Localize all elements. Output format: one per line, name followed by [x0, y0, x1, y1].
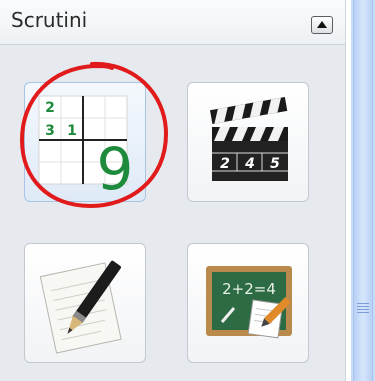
sudoku-cell-2: 3 — [45, 123, 55, 139]
chalkboard-tile-button[interactable]: 2+2=4 — [187, 243, 309, 363]
collapse-button[interactable] — [311, 16, 333, 34]
clapperboard-tile-button[interactable]: 2 4 5 — [187, 82, 309, 202]
sudoku-cell-3: 1 — [67, 123, 77, 139]
clapper-digit-2: 4 — [244, 156, 255, 172]
sudoku-big-digit: 9 — [97, 135, 134, 203]
panel-title: Scrutini — [11, 8, 88, 32]
panel-header: Scrutini — [0, 0, 345, 45]
notepad-pen-icon — [39, 260, 122, 354]
sudoku-icon: 2 3 1 9 — [38, 95, 134, 203]
clapperboard-icon: 2 4 5 — [210, 97, 288, 181]
scrollbar-thumb[interactable] — [353, 0, 373, 381]
sudoku-cell-1: 2 — [45, 100, 55, 116]
sudoku-tile-button[interactable]: 2 3 1 9 — [24, 82, 146, 203]
scrollbar-grip-icon — [357, 303, 369, 315]
chalkboard-icon: 2+2=4 — [206, 266, 292, 339]
clapper-digit-1: 2 — [220, 156, 230, 172]
chalkboard-text: 2+2=4 — [222, 280, 276, 298]
clapper-digit-3: 5 — [270, 156, 280, 172]
notepad-tile-button[interactable] — [24, 243, 146, 363]
